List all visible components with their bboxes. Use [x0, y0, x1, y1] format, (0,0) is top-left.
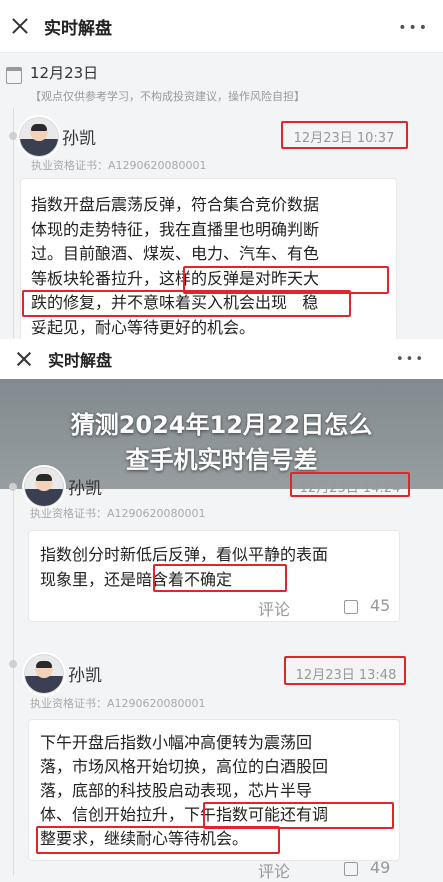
author-name[interactable]: 孙凯 — [68, 661, 102, 686]
like-icon[interactable] — [344, 862, 358, 876]
highlight-box-time — [284, 656, 406, 685]
highlight-box-time — [290, 472, 410, 497]
timeline-line — [13, 489, 14, 875]
author-credential: 执业资格证书：A1290620080001 — [31, 159, 207, 172]
post-content: 指数开盘后震荡反弹，符合集合竞价数据 体现的走势特征，我在直播里也明确判断 过。… — [20, 178, 397, 343]
like-icon[interactable] — [344, 600, 358, 614]
header-title: 实时解盘 — [44, 18, 112, 39]
post-line: 体现的走势特征，我在直播里也明确判断 — [31, 219, 320, 239]
post-line: 落，市场风格开始切换，高位的白酒股回 — [40, 757, 329, 776]
like-count: 45 — [370, 596, 391, 615]
banner-title-line1: 猜测2024年12月22日怎么 — [70, 411, 373, 439]
highlight-box-text — [22, 290, 351, 317]
top-header: 实时解盘 ••• — [0, 0, 443, 53]
avatar[interactable] — [19, 117, 59, 157]
like-count: 49 — [370, 858, 391, 877]
comment-label: 评论 — [258, 862, 291, 881]
calendar-icon — [6, 67, 22, 84]
timeline-dot — [9, 660, 17, 668]
date-label: 12月23日 — [30, 64, 99, 82]
post-line: 指数开盘后震荡反弹，符合集合竞价数据 — [31, 195, 320, 214]
close-icon[interactable] — [10, 16, 30, 36]
author-name[interactable]: 孙凯 — [62, 124, 96, 149]
overlay-header: 实时解盘 ••• — [0, 339, 443, 379]
post-line: 妥起见，耐心等待更好的机会。 — [31, 317, 256, 337]
author-credential: 执业资格证书：A1290620080001 — [30, 697, 206, 710]
timeline-dot — [9, 132, 17, 140]
more-icon[interactable]: ••• — [396, 352, 425, 367]
close-icon[interactable] — [16, 351, 32, 367]
highlight-box-text — [203, 802, 394, 829]
author-credential: 执业资格证书：A1290620080001 — [30, 507, 206, 520]
avatar[interactable] — [24, 654, 64, 694]
author-name[interactable]: 孙凯 — [68, 474, 102, 499]
post-line: 下午开盘后指数小幅冲高便转为震荡回 — [40, 733, 313, 752]
header-title: 实时解盘 — [48, 351, 113, 370]
highlight-box-text — [153, 564, 287, 592]
post-line: 落，底部的科技股启动表现，芯片半导 — [40, 781, 313, 800]
post-line: 过。目前酿酒、煤炭、电力、汽车、有色 — [31, 244, 320, 263]
comment-label: 评论 — [258, 600, 291, 619]
timeline-dot — [9, 483, 17, 491]
avatar[interactable] — [24, 467, 64, 507]
banner-title-line2: 查手机实时信号差 — [125, 446, 318, 474]
more-icon[interactable]: ••• — [398, 20, 429, 36]
disclaimer-note: 【观点仅供参考学习，不构成投资建议，操作风险自担】 — [30, 90, 305, 103]
timeline-line — [13, 108, 14, 338]
highlight-box-text — [36, 826, 280, 854]
highlight-box-time — [281, 121, 408, 149]
